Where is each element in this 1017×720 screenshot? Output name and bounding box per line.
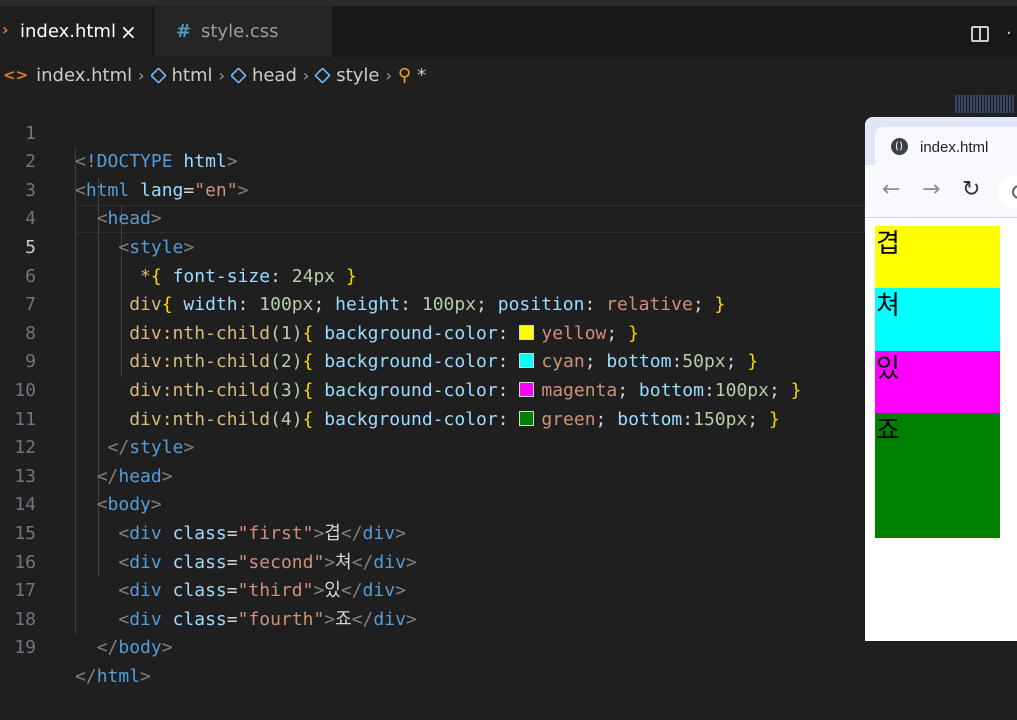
browser-tab[interactable]: index.html — [875, 127, 1017, 167]
editor-tab-bar: › index.html × # style.css · — [0, 6, 1017, 57]
breadcrumb-selector[interactable]: ⚲ * — [398, 65, 426, 86]
chevron-right-icon: › — [302, 65, 310, 85]
code-line-14: 14 <div class="first">겹</div> — [0, 463, 865, 544]
breadcrumb-label: index.html — [36, 64, 133, 86]
breadcrumb-html[interactable]: html — [149, 64, 213, 86]
chevron-right-icon: › — [218, 65, 225, 85]
code-line-2: 2 <html lang="en"> — [0, 120, 865, 201]
html-file-icon: › — [2, 20, 9, 39]
code-line-13: 13 <body> — [0, 434, 865, 516]
chevron-right-icon: › — [385, 65, 392, 85]
code-line-4: 4 <style> — [0, 177, 865, 258]
back-arrow-icon[interactable]: ← — [882, 177, 900, 202]
browser-tab-bar: index.html — [865, 117, 1017, 167]
tab-label: index.html — [20, 21, 116, 42]
css-file-icon: # — [176, 21, 192, 42]
reload-icon[interactable]: ↻ — [962, 177, 980, 202]
more-actions-icon[interactable]: · — [1006, 23, 1012, 44]
browser-window: index.html ← → ↻ 겹 쳐 있 죠 — [865, 117, 1017, 641]
code-line-19: 19 </html> — [0, 606, 865, 687]
code-line-15: 15 <div class="second">쳐</div> — [0, 491, 865, 573]
breadcrumb-file[interactable]: <> index.html — [0, 65, 132, 86]
code-line-16: 16 <div class="third">있</div> — [0, 520, 865, 602]
breadcrumb-style[interactable]: style — [314, 64, 380, 86]
fourth-box: 죠 — [875, 413, 1000, 538]
split-editor-icon[interactable] — [971, 26, 989, 42]
close-icon[interactable]: × — [120, 20, 137, 44]
code-line-9: 9 div:nth-child(3){ background-color: ma… — [0, 320, 865, 401]
code-line-3: 3 <head> — [0, 148, 865, 230]
globe-icon — [891, 138, 908, 155]
breadcrumb: <> index.html › html › head › style › ⚲ … — [0, 60, 870, 90]
code-line-1: 1 <!DOCTYPE html> — [0, 91, 865, 173]
breadcrumb-label: style — [336, 64, 380, 86]
address-bar[interactable] — [998, 175, 1017, 209]
code-line-10: 10 div:nth-child(4){ background-color: g… — [0, 348, 865, 430]
code-line-18: 18 </body> — [0, 577, 865, 659]
breadcrumb-label: * — [417, 64, 427, 86]
element-cube-icon — [230, 66, 247, 84]
breadcrumb-label: head — [251, 64, 297, 86]
code-line-5: 5 *{ font-size: 24px } — [0, 205, 865, 287]
html-file-icon: <> — [3, 66, 29, 84]
code-line-11: 11 </style> — [0, 377, 865, 459]
breadcrumb-label: html — [171, 64, 213, 86]
code-editor[interactable]: 1 <!DOCTYPE html> 2 <html lang="en"> 3 <… — [0, 91, 865, 687]
css-rule-icon: ⚲ — [397, 64, 412, 86]
browser-tab-title: index.html — [920, 139, 989, 156]
page-viewport: 겹 쳐 있 죠 — [865, 218, 1017, 641]
element-cube-icon — [314, 66, 332, 84]
code-line-12: 12 </head> — [0, 406, 865, 487]
code-line-6: 6 div{ width: 100px; height: 100px; posi… — [0, 234, 865, 316]
minimap[interactable] — [955, 95, 1015, 113]
breadcrumb-head[interactable]: head — [230, 64, 297, 86]
forward-arrow-icon[interactable]: → — [922, 177, 940, 202]
tab-label: style.css — [201, 21, 279, 42]
line-number: 19 — [14, 637, 36, 659]
tab-index-html[interactable]: › index.html × — [0, 6, 152, 57]
browser-toolbar: ← → ↻ — [865, 165, 1017, 218]
tab-style-css[interactable]: # style.css — [154, 6, 332, 57]
code-line-8: 8 div:nth-child(2){ background-color: cy… — [0, 291, 865, 373]
code-line-7: 7 div:nth-child(1){ background-color: ye… — [0, 263, 865, 344]
chevron-right-icon: › — [138, 65, 145, 85]
element-cube-icon — [149, 66, 167, 84]
code-line-17: 17 <div class="fourth">죠</div> — [0, 549, 865, 630]
